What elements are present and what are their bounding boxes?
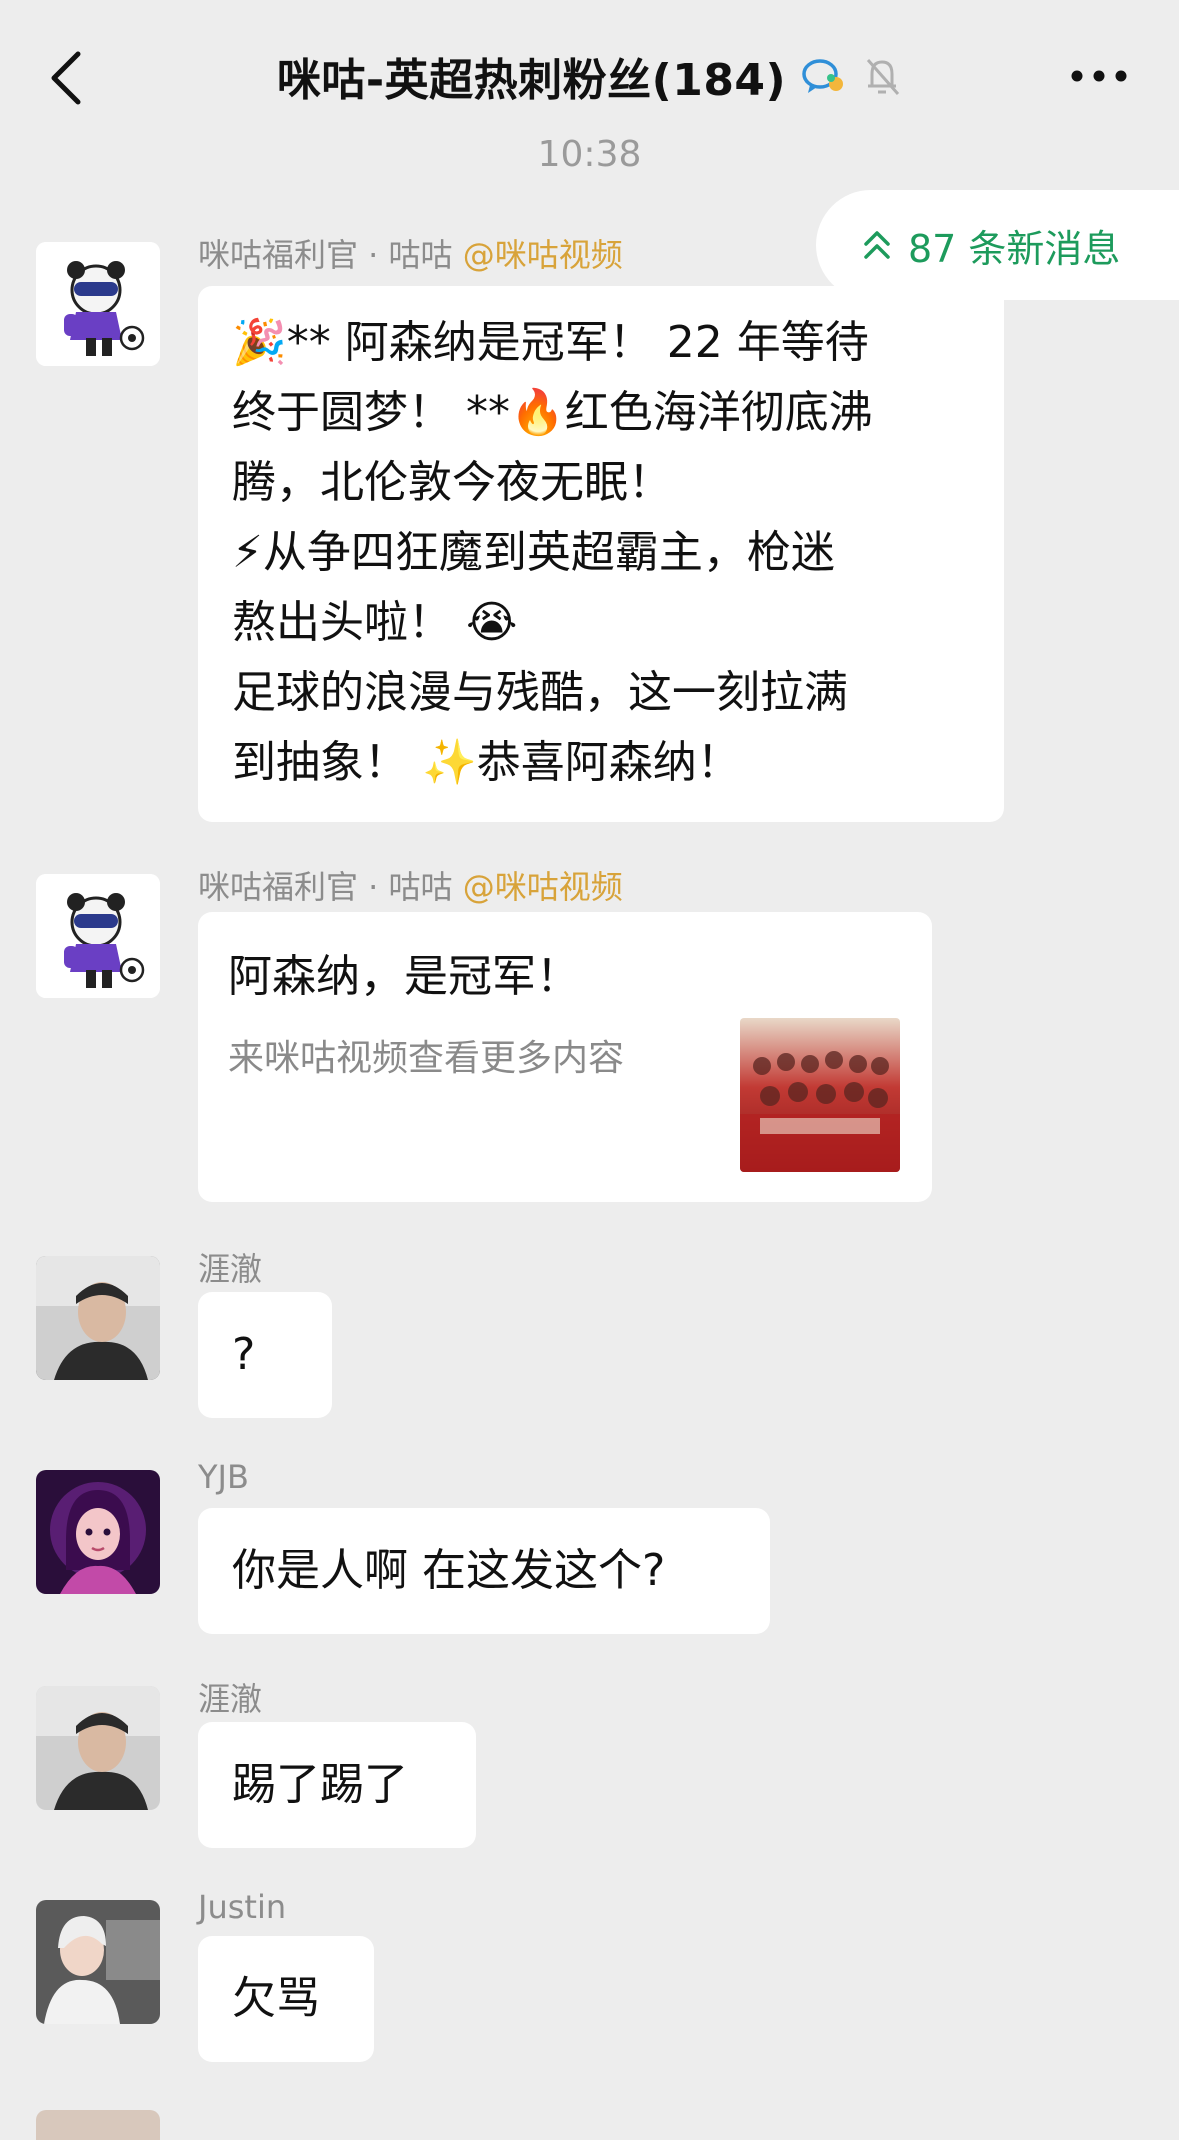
new-messages-label: 87 条新消息 — [908, 226, 1121, 271]
message-line: ⚡从争四狂魔到英超霸主，枪迷 — [232, 527, 835, 578]
message-line: 到抽象！ ✨恭喜阿森纳！ — [232, 737, 741, 788]
message-bubble[interactable]: ? — [198, 1292, 332, 1418]
avatar[interactable] — [36, 874, 160, 998]
sender-source-tag: @咪咕视频 — [462, 236, 623, 274]
double-chevron-up-icon — [864, 231, 890, 259]
share-card[interactable]: 阿森纳，是冠军！ 来咪咕视频查看更多内容 — [198, 912, 932, 1202]
avatar[interactable] — [36, 242, 160, 366]
avatar[interactable] — [36, 1256, 160, 1380]
sender-name: Justin — [198, 1888, 287, 1926]
sender-name: 涯澈 — [198, 1250, 263, 1288]
message-bubble[interactable]: 欠骂 — [198, 1936, 374, 2062]
message-line: 终于圆梦！ **🔥红色海洋彻底沸 — [232, 387, 873, 438]
sender-source-tag: @咪咕视频 — [462, 868, 623, 906]
more-dots-icon[interactable] — [1069, 62, 1129, 90]
chat-header: 咪咕-英超热刺粉丝(184) — [0, 0, 1179, 140]
avatar[interactable] — [36, 1686, 160, 1810]
bell-off-icon[interactable] — [862, 54, 902, 98]
message-text: ? — [232, 1329, 256, 1380]
card-thumbnail — [740, 1018, 900, 1172]
message-bubble[interactable]: 你是人啊 在这发这个? — [198, 1508, 770, 1634]
avatar[interactable] — [36, 2110, 160, 2140]
sender-name: YJB — [198, 1458, 249, 1496]
message-line: 腾，北伦敦今夜无眠！ — [232, 457, 672, 508]
message-text: 踢了踢了 — [232, 1759, 408, 1810]
sender-name: 涯澈 — [198, 1680, 263, 1718]
chat-title: 咪咕-英超热刺粉丝(184) — [276, 55, 787, 106]
title-area: 咪咕-英超热刺粉丝(184) — [0, 44, 1179, 108]
message-bubble[interactable]: 踢了踢了 — [198, 1722, 476, 1848]
card-subtitle: 来咪咕视频查看更多内容 — [228, 1038, 625, 1079]
new-messages-button[interactable]: 87 条新消息 — [816, 190, 1179, 300]
message-line: 🎉** 阿森纳是冠军！ 22 年等待 — [232, 317, 869, 368]
message-bubble[interactable]: 🎉** 阿森纳是冠军！ 22 年等待 终于圆梦！ **🔥红色海洋彻底沸 腾，北伦… — [198, 286, 1004, 822]
card-title: 阿森纳，是冠军！ — [228, 951, 580, 1002]
message-timestamp: 10:38 — [537, 134, 642, 175]
avatar[interactable] — [36, 1470, 160, 1594]
sender-name: 咪咕福利官 · 咕咕 @咪咕视频 — [198, 868, 623, 906]
message-line: 足球的浪漫与残酷，这一刻拉满 — [232, 667, 848, 718]
avatar[interactable] — [36, 1900, 160, 2024]
group-chat-icon[interactable] — [800, 56, 846, 96]
message-text: 你是人啊 在这发这个? — [232, 1545, 666, 1596]
message-text: 欠骂 — [232, 1973, 320, 2024]
sender-name: 咪咕福利官 · 咕咕 @咪咕视频 — [198, 236, 623, 274]
message-line: 熬出头啦！ 😭 — [232, 597, 518, 648]
